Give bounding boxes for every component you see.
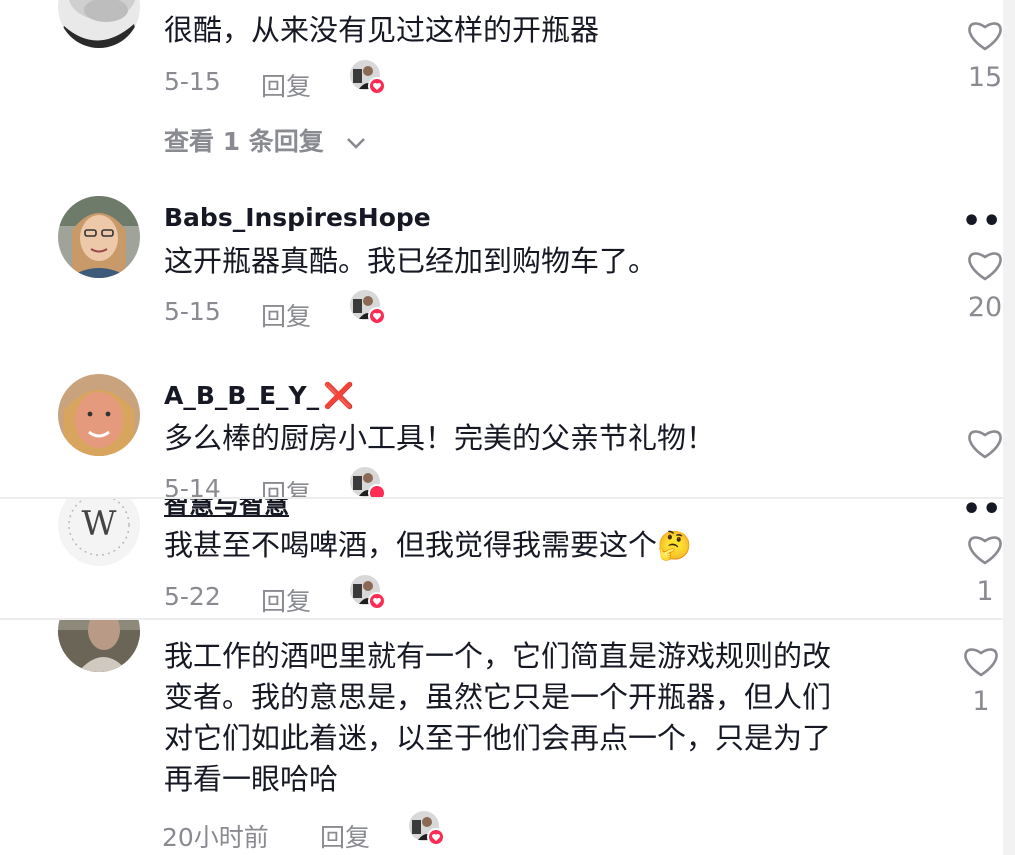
reply-button[interactable]: 回复	[261, 474, 311, 498]
comment-text: 这开瓶器真酷。我已经加到购物车了。	[164, 244, 658, 278]
reply-button[interactable]: 回复	[320, 818, 370, 854]
creator-liked-badge	[349, 574, 386, 610]
avatar-letter: W	[81, 504, 117, 544]
comment-date: 20小时前	[162, 823, 269, 852]
comment-meta: 5-14 回复	[164, 467, 386, 498]
comment-meta: 5-22 回复	[164, 575, 386, 616]
creator-liked-badge	[349, 59, 386, 95]
like-count: 15	[967, 62, 1003, 93]
comments-strip-top: 很酷，从来没有见过这样的开瓶器 5-15 回复 15 查看 1 条回复 Babs…	[0, 0, 1003, 498]
heart-outline-icon[interactable]	[962, 644, 1000, 678]
comment-text: 多么棒的厨房小工具！完美的父亲节礼物！	[164, 421, 716, 455]
username[interactable]: 智慧与智慧	[164, 499, 289, 521]
creator-liked-badge	[408, 810, 445, 846]
comment-date: 5-15	[164, 297, 221, 326]
creator-liked-badge	[349, 466, 386, 498]
comment-meta: 5-15 回复	[164, 60, 386, 101]
like-count: 20	[967, 292, 1003, 323]
heart-outline-icon[interactable]	[966, 18, 1003, 52]
comment-text-line: 再看一眼哈哈	[164, 762, 339, 796]
avatar[interactable]	[58, 374, 140, 456]
comments-strip-bottom: 我工作的酒吧里就有一个，它们简直是游戏规则的改 变者。我的意思是，虽然它只是一个…	[0, 620, 1003, 855]
avatar[interactable]	[58, 620, 140, 672]
cross-mark-emoji: ❌	[323, 381, 355, 410]
comment-text: 很酷，从来没有见过这样的开瓶器	[164, 13, 600, 47]
comment-date: 5-14	[164, 474, 221, 498]
comment-text-body: 我甚至不喝啤酒，但我觉得我需要这个	[164, 528, 658, 562]
more-dots-icon[interactable]: •••	[962, 499, 1003, 525]
view-replies-label: 查看 1 条回复	[164, 127, 324, 156]
thinking-face-emoji: 🤔	[657, 529, 692, 562]
heart-outline-icon[interactable]	[966, 248, 1003, 282]
chevron-down-icon	[346, 138, 365, 149]
scroll-edge	[1003, 0, 1015, 855]
username-text: A_B_B_E_Y_	[164, 381, 320, 410]
comment-date: 5-15	[164, 67, 221, 96]
reply-button[interactable]: 回复	[261, 582, 311, 618]
avatar[interactable]	[58, 0, 140, 48]
comment-text-line: 我工作的酒吧里就有一个，它们简直是游戏规则的改	[164, 639, 832, 673]
comment-date: 5-22	[164, 582, 221, 611]
reply-button[interactable]: 回复	[261, 67, 311, 103]
heart-outline-icon[interactable]	[966, 532, 1003, 566]
comment-text: 我工作的酒吧里就有一个，它们简直是游戏规则的改 变者。我的意思是，虽然它只是一个…	[164, 636, 831, 800]
comment-text-line: 变者。我的意思是，虽然它只是一个开瓶器，但人们	[164, 680, 832, 714]
heart-outline-icon[interactable]	[966, 426, 1003, 460]
like-count: 1	[976, 576, 994, 607]
comment-meta: 5-15 回复	[164, 290, 386, 331]
view-replies-button[interactable]: 查看 1 条回复	[164, 122, 367, 158]
avatar[interactable]	[58, 196, 140, 278]
like-count: 1	[972, 686, 990, 717]
comment-text: 我甚至不喝啤酒，但我觉得我需要这个🤔	[164, 525, 692, 566]
creator-liked-badge	[349, 289, 386, 325]
comment-text-line: 对它们如此着迷，以至于他们会再点一个，只是为了	[164, 721, 832, 755]
more-dots-icon[interactable]: •••	[962, 207, 1003, 237]
username[interactable]: A_B_B_E_Y_ ❌	[164, 381, 354, 411]
comments-strip-middle: W 智慧与智慧 我甚至不喝啤酒，但我觉得我需要这个🤔 5-22 回复 •••	[0, 499, 1003, 618]
avatar[interactable]: W	[58, 499, 140, 566]
reply-button[interactable]: 回复	[261, 297, 311, 333]
username[interactable]: Babs_InspiresHope	[164, 203, 431, 232]
comment-meta: 20小时前 回复	[162, 811, 445, 854]
